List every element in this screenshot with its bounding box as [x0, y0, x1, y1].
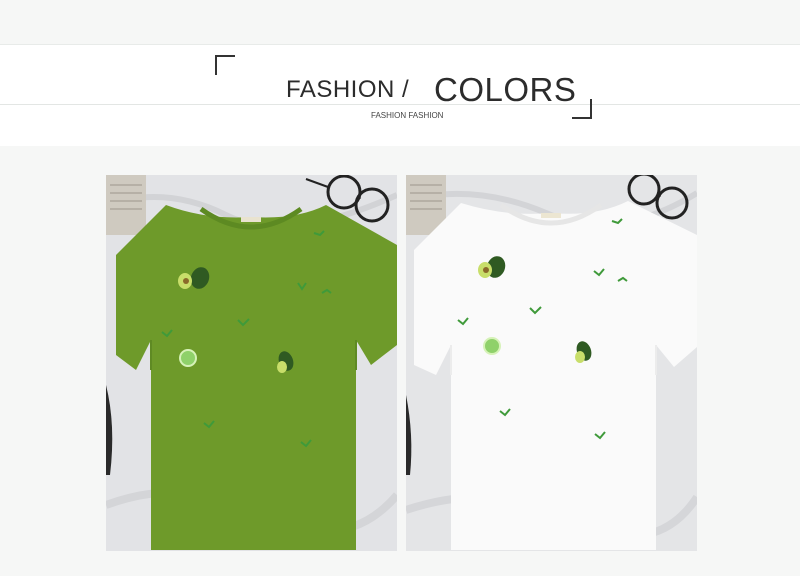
- header-rule: [0, 104, 800, 105]
- title-fashion: FASHION /: [286, 76, 410, 103]
- product-photo-green[interactable]: [106, 175, 397, 551]
- subtitle: FASHION FASHION: [371, 111, 444, 120]
- title-colors: COLORS: [434, 71, 577, 108]
- header-banner: FASHION / COLORS FASHION FASHION: [0, 44, 800, 146]
- white-shirt-image: [406, 175, 697, 551]
- corner-bracket-top-left: [215, 55, 235, 75]
- product-photo-white[interactable]: [406, 175, 697, 551]
- green-shirt-image: [106, 175, 397, 551]
